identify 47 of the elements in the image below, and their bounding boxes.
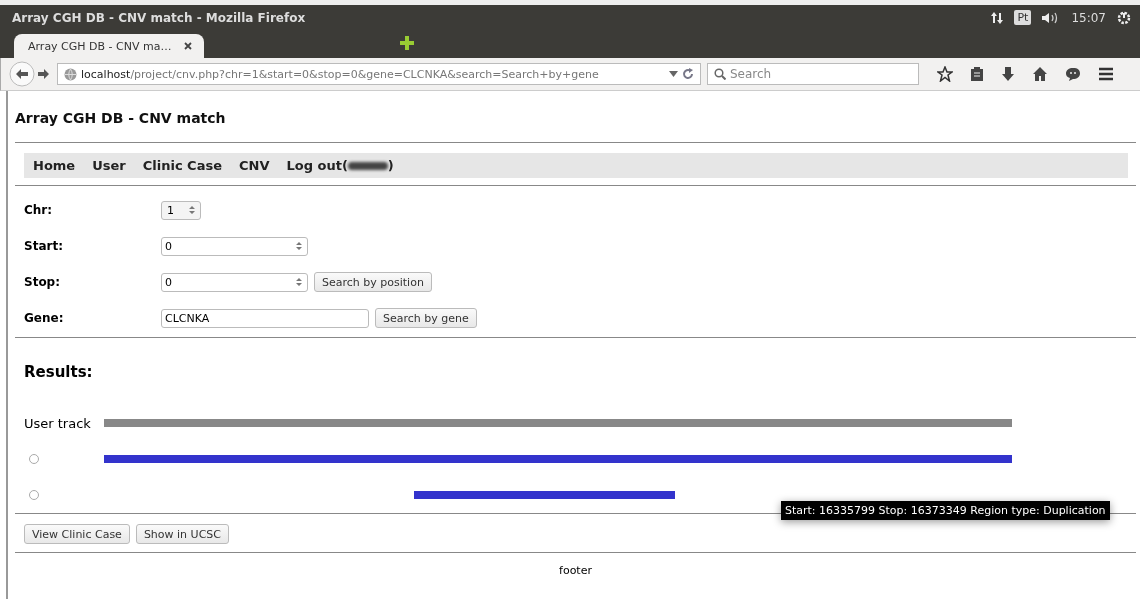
track-label: User track	[24, 415, 91, 431]
page-heading: Array CGH DB - CNV match	[15, 109, 227, 128]
spinner-arrows-icon	[296, 277, 302, 287]
clipboard-icon[interactable]	[970, 66, 984, 82]
field-label: Start:	[24, 239, 64, 253]
number-input[interactable]: 0	[161, 236, 308, 256]
gene-input[interactable]: CLCNKA	[161, 308, 369, 328]
search-field[interactable]: Search	[707, 63, 919, 85]
search-icon	[714, 68, 726, 80]
new-tab-icon[interactable]	[400, 36, 414, 50]
spinner-arrows-icon	[296, 241, 302, 251]
action-button[interactable]: View Clinic Case	[24, 524, 130, 544]
field-label: Stop:	[24, 275, 61, 289]
action-button[interactable]: Show in UCSC	[135, 524, 229, 544]
home-icon[interactable]	[1032, 66, 1048, 82]
spinner-arrows-icon	[189, 205, 195, 215]
settings-icon[interactable]	[1116, 9, 1132, 26]
network-icon	[990, 10, 1005, 25]
window-title: Array CGH DB - CNV match - Mozilla Firefox	[12, 10, 306, 25]
nav-link[interactable]: User	[92, 158, 126, 173]
browser-tab[interactable]: Array CGH DB - CNV ma…	[14, 34, 204, 58]
number-input[interactable]: 0	[161, 272, 308, 292]
chat-icon[interactable]	[1065, 66, 1081, 82]
footer-text: footer	[559, 564, 592, 577]
star-icon[interactable]	[937, 66, 953, 82]
download-icon[interactable]	[1001, 66, 1015, 82]
address-field[interactable]: localhost/project/cnv.php?chr=1&start=0&stop=0&gene=CLCNKA&search=Search+by+gene	[57, 63, 701, 85]
forward-icon[interactable]	[37, 67, 51, 81]
keyboard-layout-indicator[interactable]: Pt	[1014, 10, 1032, 25]
results-heading: Results:	[23, 362, 94, 383]
reload-icon[interactable]	[682, 68, 694, 80]
menu-icon[interactable]	[1098, 67, 1114, 81]
field-label: Gene:	[24, 311, 65, 325]
chromosome-select[interactable]: 1	[161, 200, 201, 220]
search-button[interactable]: Search by gene	[375, 308, 477, 328]
globe-icon	[64, 67, 77, 81]
back-icon[interactable]	[9, 61, 35, 87]
dropdown-caret-icon[interactable]	[669, 71, 678, 77]
search-button[interactable]: Search by position	[314, 272, 432, 292]
tooltip: Start: 16335799 Stop: 16373349 Region type: Duplication	[781, 501, 1110, 520]
clock-time[interactable]: 15:07	[1071, 10, 1106, 25]
close-icon[interactable]	[184, 42, 192, 50]
nav-link[interactable]: Clinic Case	[142, 158, 222, 173]
field-label: Chr:	[24, 203, 54, 217]
nav-link[interactable]: Log out( )	[286, 158, 394, 173]
nav-link[interactable]: CNV	[239, 158, 270, 173]
nav-link[interactable]: Home	[33, 158, 76, 173]
